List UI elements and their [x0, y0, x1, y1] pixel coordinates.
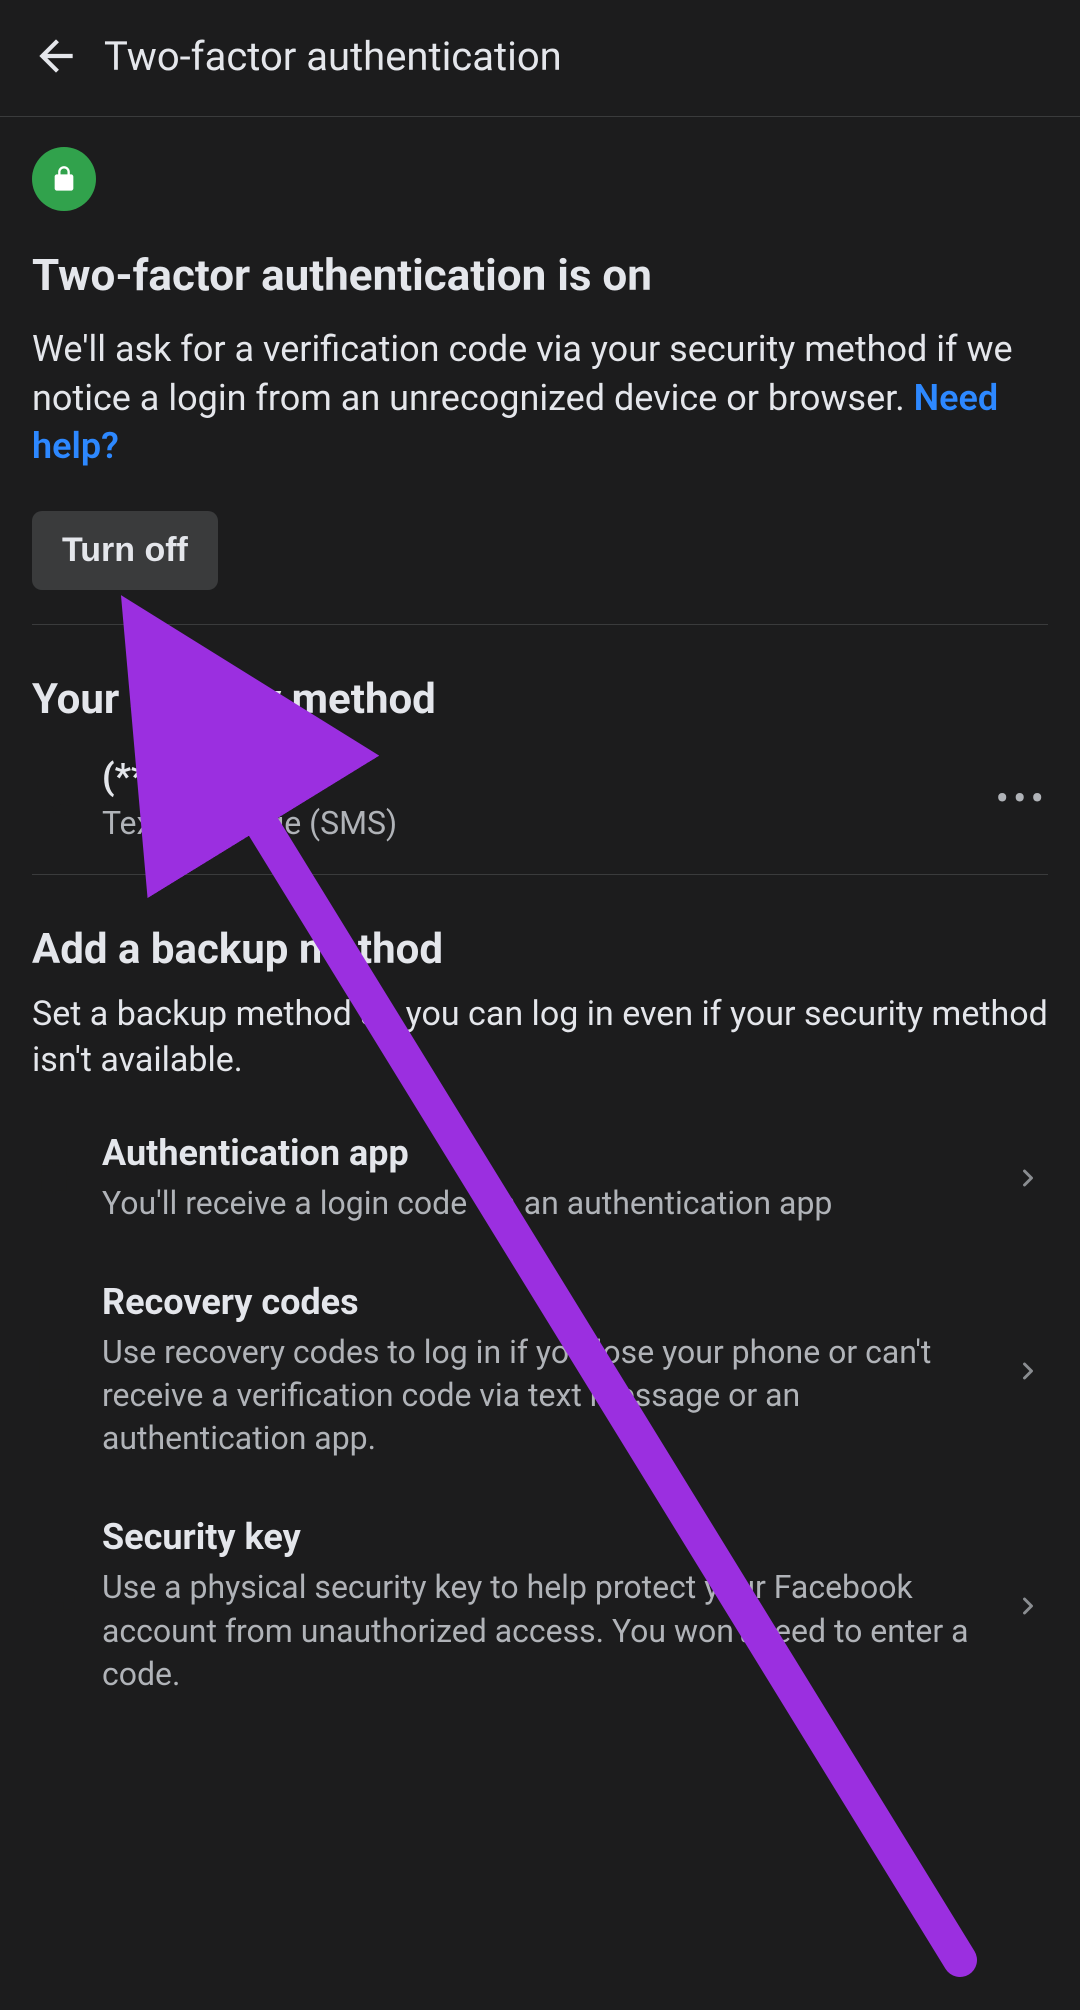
backup-item-recovery-codes[interactable]: Recovery codes Use recovery codes to log…: [32, 1253, 1048, 1489]
security-key-icon: [32, 1584, 102, 1628]
backup-item-text: Authentication app You'll receive a logi…: [102, 1132, 1008, 1225]
phone-icon: [32, 777, 102, 821]
backup-item-text: Security key Use a physical security key…: [102, 1516, 1008, 1696]
backup-item-sub: Use a physical security key to help prot…: [102, 1566, 988, 1696]
security-method-row[interactable]: (***) ***-**15 Text message (SMS) •••: [32, 724, 1048, 874]
authentication-app-icon: [32, 1156, 102, 1200]
backup-item-title: Security key: [102, 1516, 988, 1558]
turn-off-button[interactable]: Turn off: [32, 511, 218, 590]
phone-method-label: Text message (SMS): [102, 804, 988, 842]
security-method-text: (***) ***-**15 Text message (SMS): [102, 756, 988, 842]
main-content: Two-factor authentication is on We'll as…: [0, 117, 1080, 1724]
backup-item-security-key[interactable]: Security key Use a physical security key…: [32, 1488, 1048, 1724]
chevron-right-icon: [1008, 1592, 1048, 1620]
more-options-button[interactable]: •••: [988, 775, 1048, 822]
chevron-right-icon: [1008, 1357, 1048, 1385]
backup-item-text: Recovery codes Use recovery codes to log…: [102, 1281, 1008, 1461]
backup-item-title: Recovery codes: [102, 1281, 988, 1323]
chevron-right-icon: [1008, 1164, 1048, 1192]
status-description-text: We'll ask for a verification code via yo…: [32, 328, 1013, 419]
phone-number-masked: (***) ***-**15: [102, 756, 988, 798]
back-arrow-icon: [31, 31, 81, 81]
section-divider: [32, 874, 1048, 875]
status-heading: Two-factor authentication is on: [32, 249, 1048, 301]
section-divider: [32, 624, 1048, 625]
backup-method-heading: Add a backup method: [32, 925, 1048, 974]
backup-item-sub: Use recovery codes to log in if you lose…: [102, 1331, 988, 1461]
backup-item-authentication-app[interactable]: Authentication app You'll receive a logi…: [32, 1104, 1048, 1253]
backup-item-title: Authentication app: [102, 1132, 988, 1174]
recovery-codes-icon: [32, 1349, 102, 1393]
status-lock-badge: [32, 147, 96, 211]
header-bar: Two-factor authentication: [0, 0, 1080, 117]
lock-icon: [50, 165, 78, 193]
status-description: We'll ask for a verification code via yo…: [32, 325, 1048, 471]
backup-method-description: Set a backup method so you can log in ev…: [32, 992, 1048, 1084]
security-method-heading: Your security method: [32, 675, 1048, 724]
back-button[interactable]: [28, 28, 84, 84]
page-title: Two-factor authentication: [104, 33, 562, 80]
backup-item-sub: You'll receive a login code via an authe…: [102, 1182, 988, 1225]
